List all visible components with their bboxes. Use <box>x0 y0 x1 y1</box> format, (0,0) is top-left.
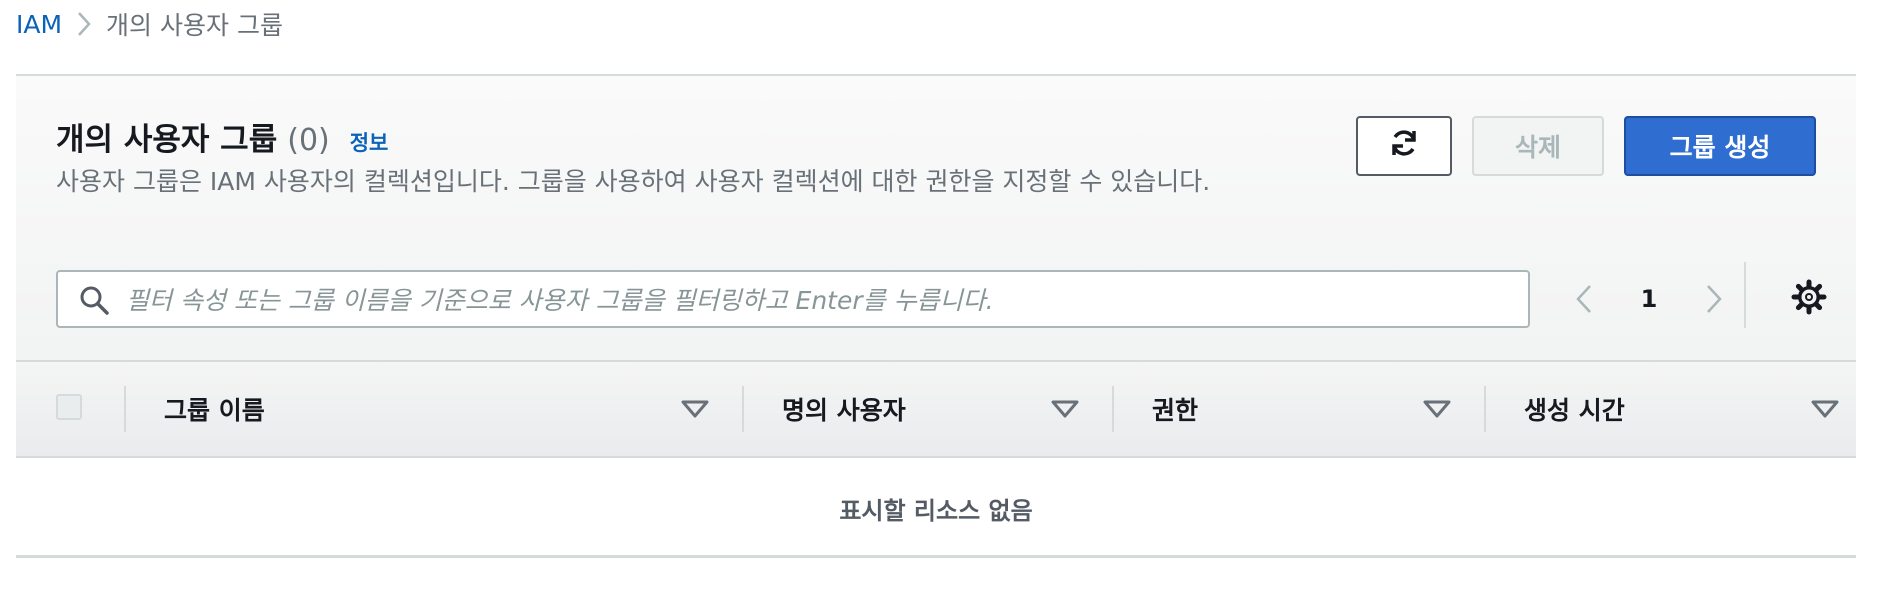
sort-down-icon[interactable] <box>1422 398 1452 420</box>
column-label: 명의 사용자 <box>782 396 906 425</box>
delete-button[interactable]: 삭제 <box>1472 116 1604 176</box>
sort-down-icon[interactable] <box>1810 398 1840 420</box>
column-header-users[interactable]: 명의 사용자 <box>742 362 1112 456</box>
search-box[interactable] <box>56 270 1530 328</box>
breadcrumb-current: 개의 사용자 그룹 <box>106 11 283 40</box>
empty-state-message: 표시할 리소스 없음 <box>839 496 1033 525</box>
search-icon <box>78 284 110 316</box>
panel-title-row: 개의 사용자 그룹 (0) 정보 <box>56 114 388 159</box>
current-page-number[interactable]: 1 <box>1641 285 1658 313</box>
select-all-checkbox[interactable] <box>56 394 82 420</box>
column-label: 생성 시간 <box>1524 396 1625 425</box>
column-label: 그룹 이름 <box>164 396 265 425</box>
create-group-button[interactable]: 그룹 생성 <box>1624 116 1816 176</box>
column-header-creation-time[interactable]: 생성 시간 <box>1484 362 1856 456</box>
info-link[interactable]: 정보 <box>350 127 389 157</box>
search-input[interactable] <box>124 276 1518 324</box>
panel-description: 사용자 그룹은 IAM 사용자의 컬렉션입니다. 그룹을 사용하여 사용자 컬렉… <box>56 167 1211 196</box>
column-label: 권한 <box>1152 396 1199 425</box>
chevron-right-icon <box>62 11 106 37</box>
table-header: 그룹 이름 명의 사용자 권한 생성 시간 <box>16 360 1856 458</box>
chevron-right-icon <box>1707 285 1722 313</box>
previous-page-button[interactable] <box>1566 274 1602 324</box>
page-title: 개의 사용자 그룹 <box>56 122 278 158</box>
refresh-icon <box>1388 127 1420 165</box>
chevron-left-icon <box>1576 285 1591 313</box>
refresh-button[interactable] <box>1356 116 1452 176</box>
gear-icon <box>1791 279 1827 319</box>
column-header-group-name[interactable]: 그룹 이름 <box>124 362 742 456</box>
next-page-button[interactable] <box>1696 274 1732 324</box>
pagination: 1 <box>1566 270 1732 328</box>
breadcrumb-iam-link[interactable]: IAM <box>16 10 62 39</box>
sort-down-icon[interactable] <box>680 398 710 420</box>
sort-down-icon[interactable] <box>1050 398 1080 420</box>
pagination-divider <box>1744 262 1746 328</box>
preferences-button[interactable] <box>1786 276 1832 322</box>
group-count: (0) <box>287 123 330 158</box>
panel-header: 개의 사용자 그룹 (0) 정보 사용자 그룹은 IAM 사용자의 컬렉션입니다… <box>16 76 1856 360</box>
breadcrumb: IAM 개의 사용자 그룹 <box>16 6 283 42</box>
user-groups-panel: 개의 사용자 그룹 (0) 정보 사용자 그룹은 IAM 사용자의 컬렉션입니다… <box>16 74 1856 558</box>
column-header-permissions[interactable]: 권한 <box>1112 362 1484 456</box>
